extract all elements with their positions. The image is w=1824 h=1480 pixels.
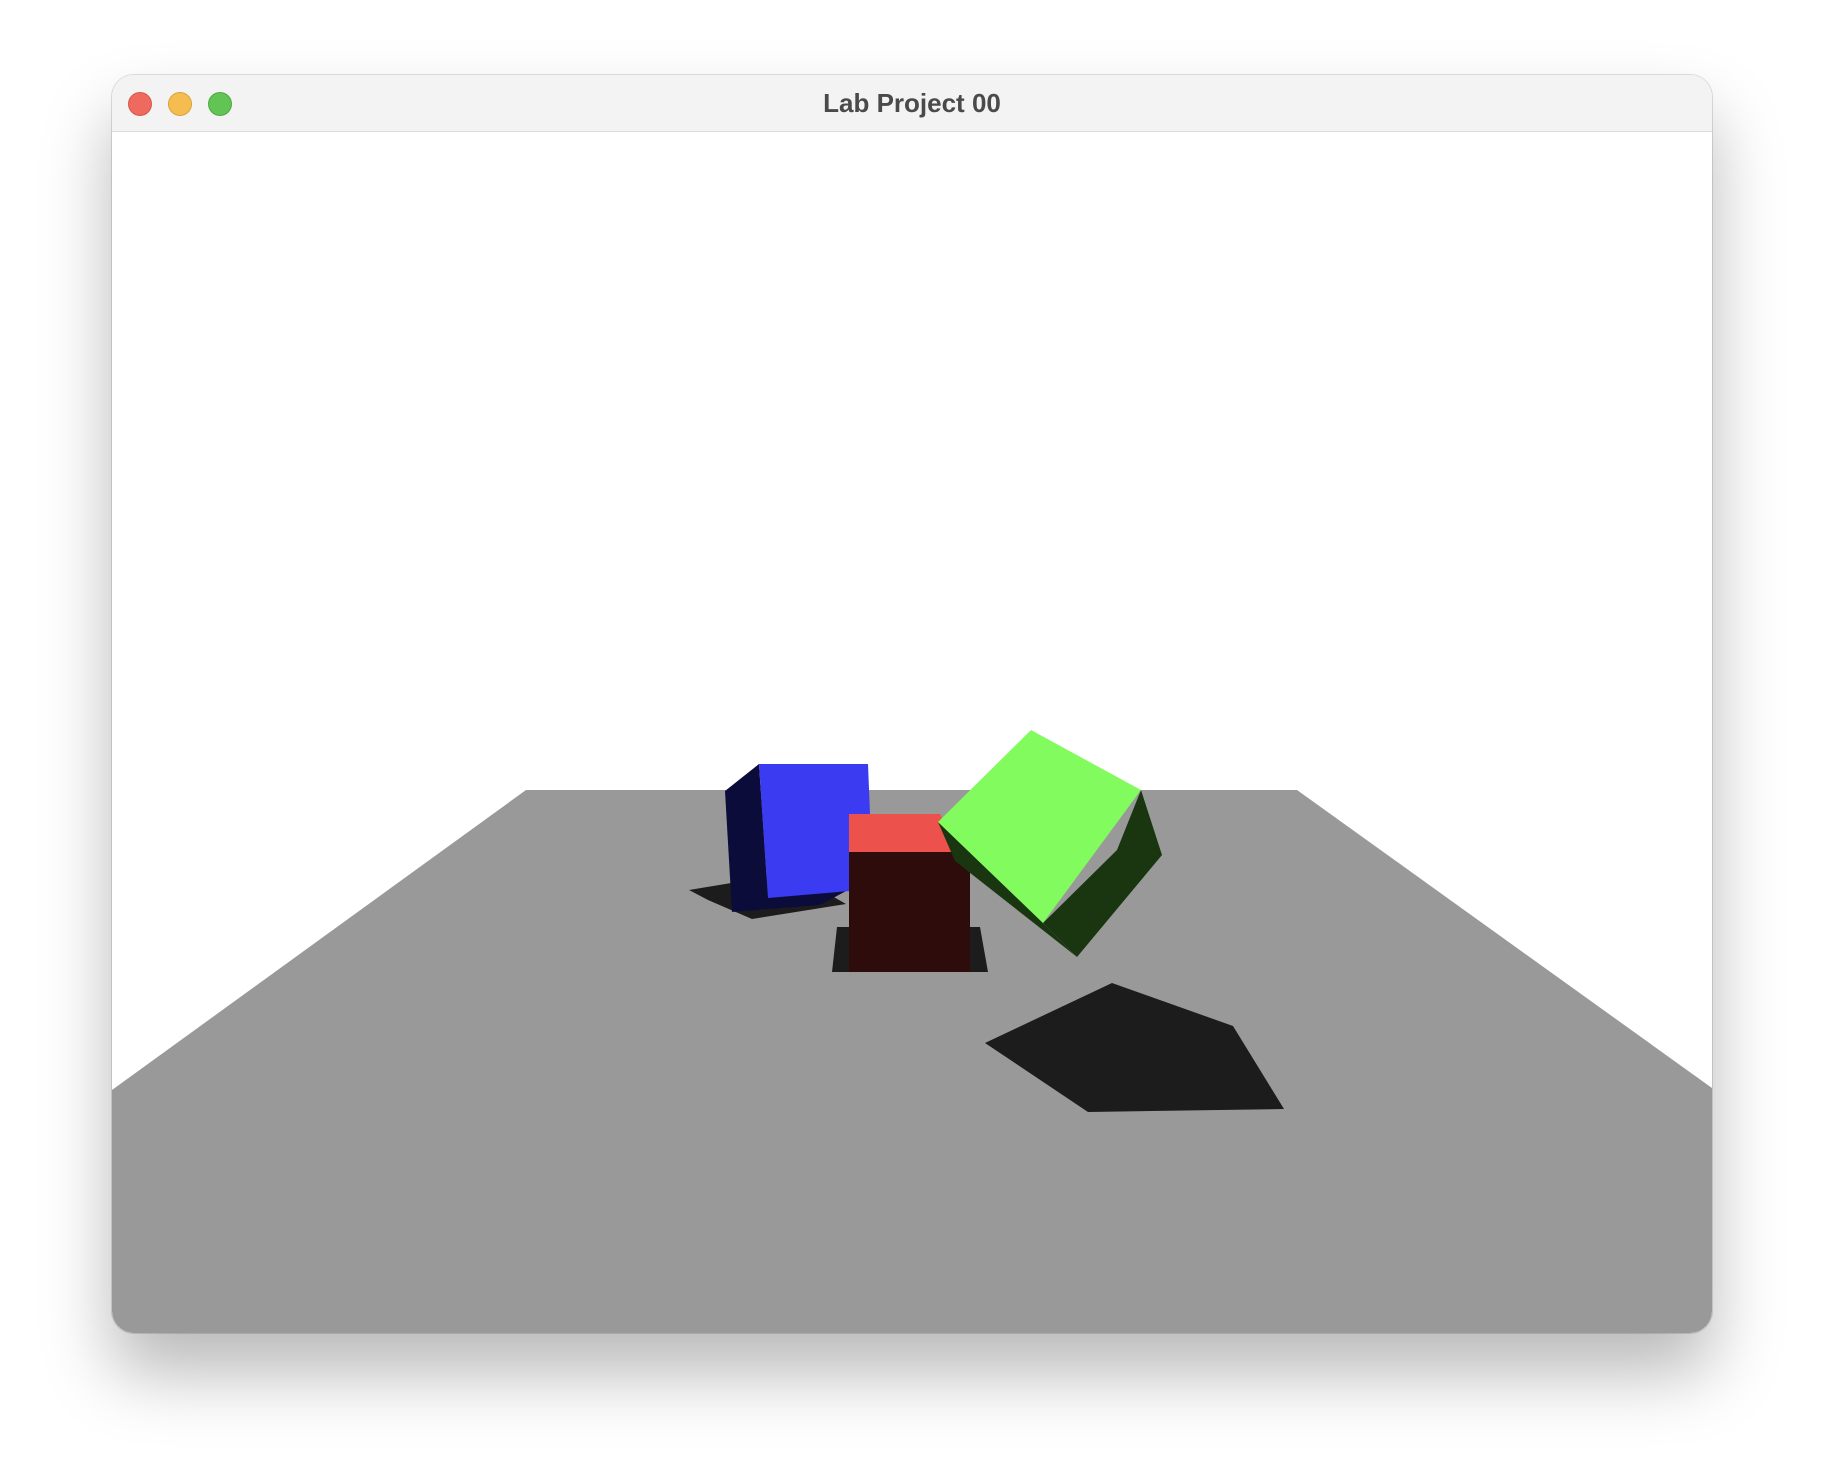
window-title: Lab Project 00 xyxy=(823,88,1001,118)
render-viewport[interactable] xyxy=(112,132,1712,1333)
title-bar[interactable]: Lab Project 00 xyxy=(112,75,1712,132)
app-window: Lab Project 00 xyxy=(112,75,1712,1333)
scene-canvas xyxy=(112,132,1712,1333)
